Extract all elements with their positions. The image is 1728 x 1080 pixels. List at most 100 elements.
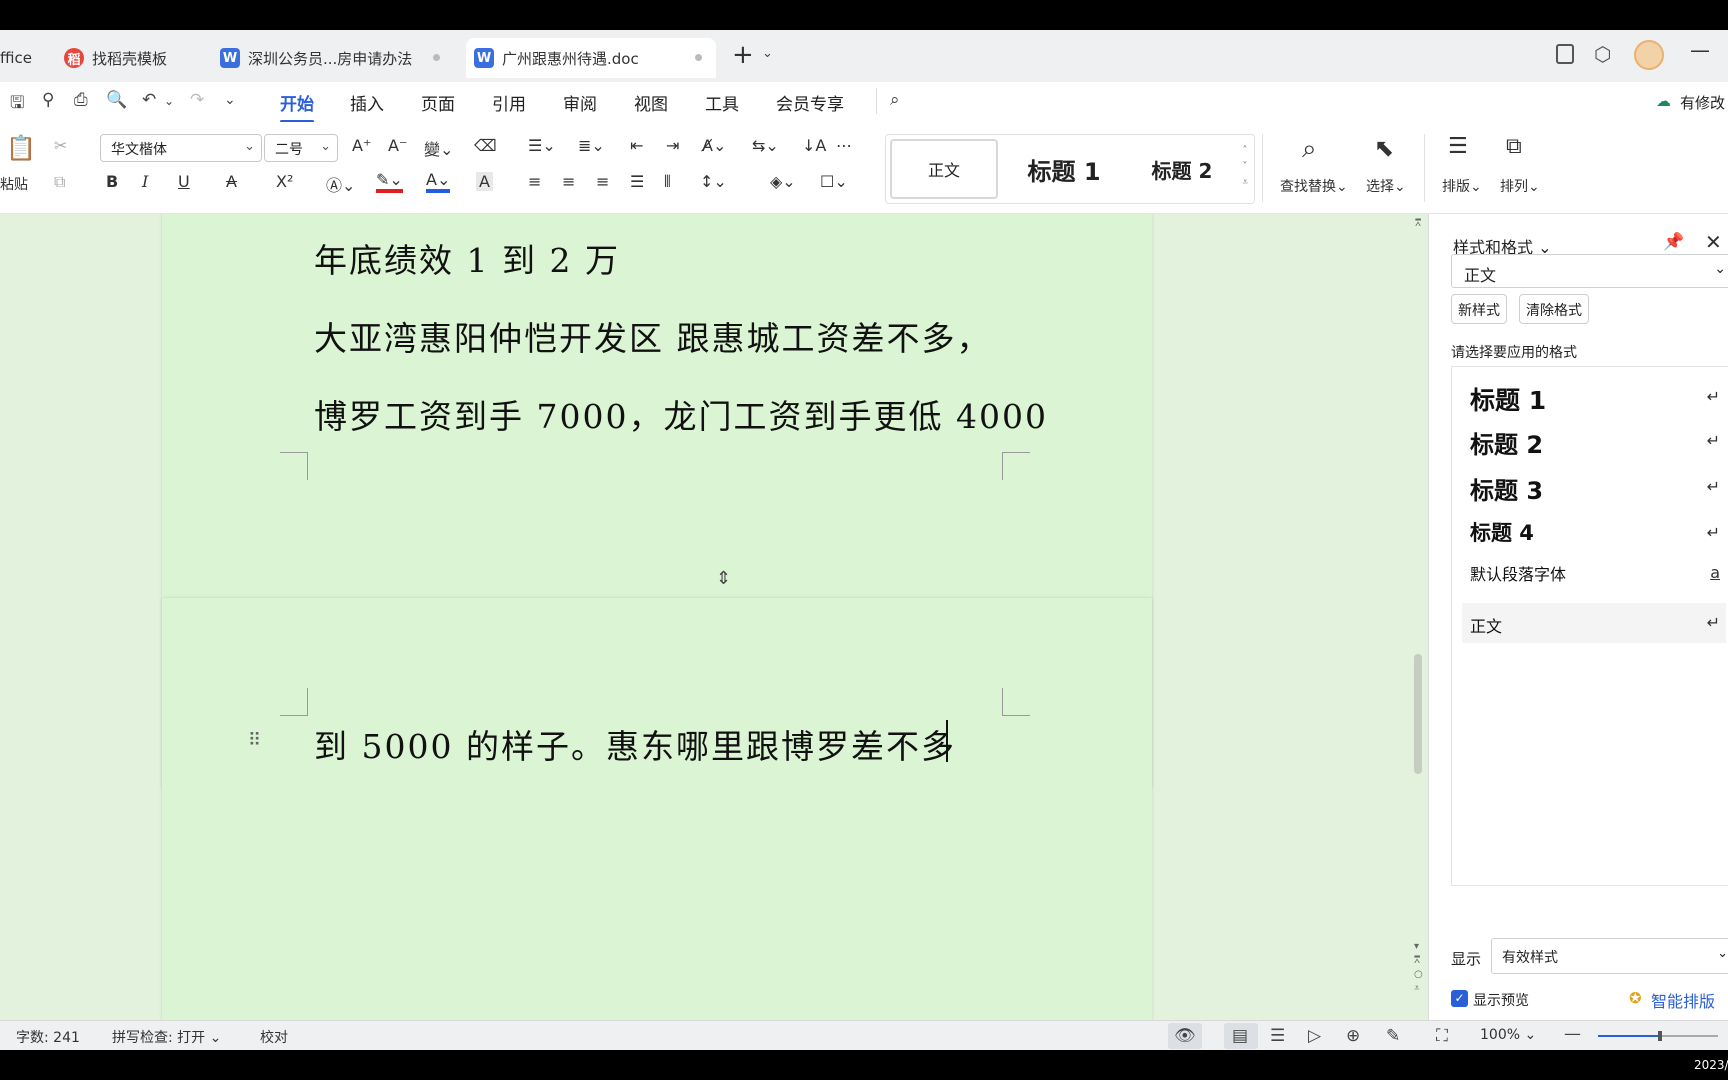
- copy-icon[interactable]: ⧉: [54, 172, 65, 192]
- spell-check-toggle[interactable]: 拼写检查: 打开 ⌄: [112, 1027, 221, 1047]
- show-marks-icon[interactable]: ⋯: [836, 136, 852, 155]
- tab-close-dot[interactable]: [695, 54, 702, 61]
- style-heading1[interactable]: 标题 1: [1004, 139, 1124, 199]
- style-normal[interactable]: 正文: [890, 139, 998, 199]
- font-size-select[interactable]: 二号 ⌄: [264, 134, 338, 162]
- tab-shenzhen-doc[interactable]: W 深圳公务员...房申请办法: [214, 38, 454, 78]
- text-effect-icon[interactable]: Ⓐ⌄: [326, 172, 355, 196]
- page-nav-icons[interactable]: ▾ ⩞ ○ ⩡: [1414, 940, 1423, 996]
- style-item-normal[interactable]: 正文 ↵: [1462, 603, 1726, 643]
- paste-button[interactable]: 粘贴: [0, 174, 28, 194]
- chevron-down-icon[interactable]: ⌄: [762, 46, 773, 61]
- menu-member[interactable]: 会员专享: [776, 90, 844, 115]
- minimize-icon[interactable]: —: [1690, 38, 1710, 62]
- strikethrough-button[interactable]: A: [226, 172, 237, 191]
- align-left-icon[interactable]: ≡: [528, 172, 541, 191]
- justify-icon[interactable]: ☰: [630, 172, 644, 191]
- document-page-2[interactable]: ⠿ 到 5000 的样子。惠东哪里跟博罗差不多: [162, 598, 1152, 1020]
- web-view-icon[interactable]: ⊕: [1346, 1026, 1360, 1046]
- new-style-button[interactable]: 新样式: [1451, 294, 1507, 324]
- link-icon[interactable]: ⚲: [42, 90, 54, 110]
- redo-icon[interactable]: ↷: [190, 90, 204, 110]
- style-item-heading1[interactable]: 标题 1 ↵: [1452, 381, 1728, 415]
- undo-dropdown-icon[interactable]: ⌄: [164, 94, 174, 108]
- eye-icon[interactable]: 👁: [1174, 1026, 1196, 1046]
- phonetic-guide-icon[interactable]: 變⌄: [424, 136, 453, 160]
- cut-icon[interactable]: ✂: [54, 136, 67, 155]
- word-count[interactable]: 字数: 241: [16, 1027, 80, 1047]
- undo-icon[interactable]: ↶: [142, 90, 156, 110]
- smart-layout-button[interactable]: 智能排版: [1651, 988, 1715, 1012]
- border-icon[interactable]: ☐⌄: [820, 172, 848, 191]
- proofread-button[interactable]: 校对: [260, 1027, 288, 1047]
- layout-button[interactable]: 排版⌄: [1442, 176, 1482, 196]
- line-spacing-icon[interactable]: ↕⌄: [700, 172, 727, 191]
- zoom-out-icon[interactable]: —: [1564, 1024, 1581, 1044]
- current-style-select[interactable]: 正文 ⌄: [1451, 254, 1728, 288]
- menu-page[interactable]: 页面: [421, 90, 455, 115]
- text-direction-icon[interactable]: A̸⌄: [702, 136, 726, 155]
- page-view-icon[interactable]: ▤: [1232, 1026, 1248, 1046]
- pen-icon[interactable]: ✎: [1386, 1026, 1400, 1046]
- menu-tools[interactable]: 工具: [705, 90, 739, 115]
- decrease-indent-icon[interactable]: ⇤: [630, 136, 643, 155]
- fit-page-icon[interactable]: ⛶: [1436, 1026, 1448, 1046]
- clear-format-button[interactable]: 清除格式: [1519, 294, 1589, 324]
- cube-icon[interactable]: ⬡: [1594, 42, 1611, 66]
- menu-review[interactable]: 审阅: [563, 90, 597, 115]
- preview-checkbox[interactable]: ✓: [1451, 990, 1468, 1007]
- outline-view-icon[interactable]: ☰: [1270, 1026, 1285, 1046]
- scroll-up-icon[interactable]: ⩞: [1415, 218, 1421, 229]
- shading-icon[interactable]: ◈⌄: [770, 172, 796, 191]
- menu-references[interactable]: 引用: [492, 90, 526, 115]
- font-color-icon[interactable]: A⌄: [426, 170, 451, 193]
- pin-icon[interactable]: 📌: [1663, 232, 1684, 252]
- grow-font-icon[interactable]: A⁺: [352, 136, 371, 155]
- show-filter-select[interactable]: 有效样式 ⌄: [1491, 938, 1728, 974]
- document-canvas[interactable]: 年底绩效 1 到 2 万 大亚湾惠阳仲恺开发区 跟惠城工资差不多， 博罗工资到手…: [0, 214, 1428, 1020]
- zoom-select[interactable]: 100% ⌄: [1480, 1027, 1536, 1043]
- scrollbar-thumb[interactable]: [1414, 654, 1422, 774]
- avatar[interactable]: [1634, 40, 1664, 70]
- sort-icon[interactable]: ↓A: [802, 136, 826, 155]
- numbered-list-icon[interactable]: ≣⌄: [578, 136, 605, 155]
- modified-status[interactable]: 有修改: [1680, 92, 1725, 113]
- doc-line[interactable]: 大亚湾惠阳仲恺开发区 跟惠城工资差不多，: [314, 312, 992, 360]
- convert-icon[interactable]: ⇆⌄: [752, 136, 779, 155]
- style-heading2[interactable]: 标题 2: [1126, 139, 1238, 199]
- menu-insert[interactable]: 插入: [350, 90, 384, 115]
- highlight-color-icon[interactable]: ✎⌄: [376, 170, 403, 193]
- window-layout-icon[interactable]: [1556, 44, 1574, 64]
- tab-close-dot[interactable]: [433, 54, 440, 61]
- clear-format-icon[interactable]: ⌫: [474, 136, 497, 155]
- paste-icon[interactable]: 📋: [6, 134, 36, 162]
- vertical-scrollbar[interactable]: ⩞ ▾ ⩞ ○ ⩡: [1408, 214, 1428, 1020]
- zoom-slider[interactable]: [1598, 1031, 1718, 1041]
- print-icon[interactable]: ⎙: [74, 90, 88, 110]
- increase-indent-icon[interactable]: ⇥: [666, 136, 679, 155]
- bullet-list-icon[interactable]: ☰⌄: [528, 136, 556, 155]
- underline-button[interactable]: U: [178, 172, 190, 191]
- arrange-button[interactable]: 排列⌄: [1500, 176, 1540, 196]
- bold-button[interactable]: B: [106, 172, 118, 191]
- style-item-heading2[interactable]: 标题 2 ↵: [1452, 425, 1728, 459]
- close-icon[interactable]: ✕: [1705, 230, 1722, 254]
- select-button[interactable]: 选择⌄: [1366, 176, 1406, 196]
- new-tab-button[interactable]: +: [732, 40, 754, 70]
- tab-guangzhou-doc[interactable]: W 广州跟惠州待遇.doc: [466, 38, 716, 78]
- distribute-icon[interactable]: ⫴: [664, 172, 671, 192]
- gallery-scroll-icon[interactable]: ˄ ˅ ⩡: [1242, 143, 1248, 191]
- tab-docer[interactable]: 稻 找稻壳模板: [58, 38, 204, 78]
- print-preview-icon[interactable]: 🔍: [106, 90, 127, 110]
- play-icon[interactable]: ▷: [1308, 1026, 1321, 1046]
- search-icon[interactable]: ⌕: [890, 90, 900, 110]
- page-gap-icon[interactable]: ⇕: [716, 568, 731, 589]
- style-item-heading3[interactable]: 标题 3 ↵: [1452, 471, 1728, 505]
- menu-home[interactable]: 开始: [280, 90, 314, 123]
- align-center-icon[interactable]: ≡: [562, 172, 575, 191]
- align-right-icon[interactable]: ≡: [596, 172, 609, 191]
- font-name-select[interactable]: 华文楷体 ⌄: [100, 134, 262, 162]
- style-item-heading4[interactable]: 标题 4 ↵: [1452, 517, 1728, 551]
- doc-line[interactable]: 到 5000 的样子。惠东哪里跟博罗差不多: [314, 720, 956, 768]
- superscript-button[interactable]: X²: [276, 172, 293, 191]
